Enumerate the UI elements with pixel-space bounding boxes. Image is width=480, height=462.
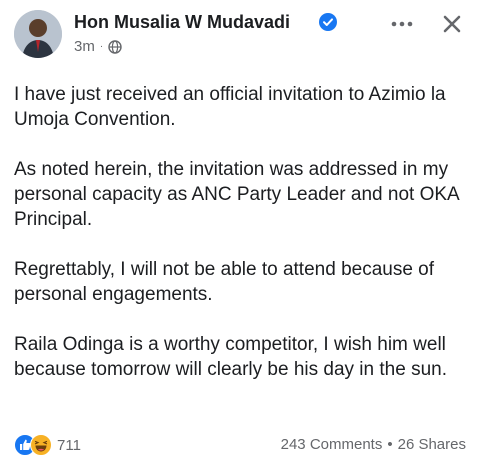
author-name[interactable]: Hon Musalia W Mudavadi (74, 12, 290, 33)
avatar[interactable] (14, 10, 62, 58)
globe-icon[interactable] (108, 39, 122, 54)
post-text: I have just received an official invitat… (14, 82, 470, 407)
close-icon (443, 15, 461, 33)
more-dots-icon (391, 21, 413, 27)
post-timestamp[interactable]: 3m (74, 38, 95, 55)
reactions-summary[interactable]: 711 (14, 434, 81, 456)
meta-separator: · (99, 40, 104, 52)
reaction-count[interactable]: 711 (57, 437, 81, 454)
shares-count[interactable]: 26 Shares (398, 436, 466, 453)
post-paragraph: I have just received an official invitat… (14, 84, 446, 130)
stats-separator: • (387, 436, 393, 453)
post-paragraph: Regrettably, I will not be able to atten… (14, 259, 435, 305)
haha-reaction-icon (30, 434, 52, 456)
post-header: Hon Musalia W Mudavadi 3m · (14, 10, 466, 60)
close-button[interactable] (438, 10, 466, 38)
post-footer: 711 243 Comments • 26 Shares (14, 432, 466, 458)
comments-count[interactable]: 243 Comments (281, 436, 383, 453)
verified-badge-icon (319, 13, 337, 31)
post-paragraph: As noted herein, the invitation was addr… (14, 159, 459, 230)
engagement-stats: 243 Comments • 26 Shares (281, 436, 466, 453)
post-meta: 3m · (74, 38, 122, 55)
more-options-button[interactable] (384, 12, 420, 36)
post-paragraph: Raila Odinga is a worthy competitor, I w… (14, 334, 447, 380)
